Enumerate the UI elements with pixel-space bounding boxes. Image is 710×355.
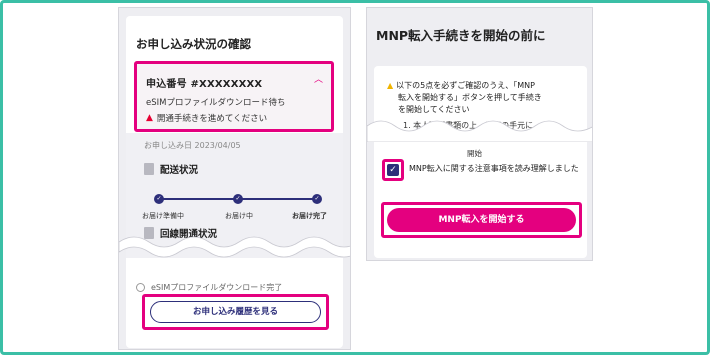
caution-icon: ▲ <box>387 81 394 90</box>
step-label-in-transit: お届け中 <box>225 212 253 220</box>
check-icon: ✓ <box>233 194 243 204</box>
start-mnp-button[interactable]: MNP転入を開始する <box>387 208 576 232</box>
circle-icon <box>136 283 145 292</box>
order-status-screen: お申し込み状況の確認 申込番号 #XXXXXXXX ︿ eSIMプロファイルダウ… <box>118 7 351 350</box>
apply-date: お申し込み日 2023/04/05 <box>144 141 241 150</box>
shipping-heading-label: 配送状況 <box>160 165 199 176</box>
cut-wave <box>119 236 350 258</box>
shipping-progress: ✓ ✓ ✓ <box>154 194 322 204</box>
notice-line-1: 以下の5点を必ずご確認のうえ、「MNP <box>396 81 535 90</box>
shipping-heading: 配送状況 <box>144 162 198 176</box>
notice-line-2: 転入を開始する」ボタンを押して手続き <box>398 93 542 102</box>
start-button-highlight: MNP転入を開始する <box>381 202 582 238</box>
history-button-highlight: お申し込み履歴を見る <box>142 294 329 330</box>
mnp-page-title: MNP転入手続きを開始の前に <box>376 28 546 43</box>
check-icon: ✓ <box>154 194 164 204</box>
step-label-preparing: お届け準備中 <box>142 212 184 220</box>
order-warning: ▲ 開通手続きを進めてください <box>146 112 267 124</box>
agree-checkbox[interactable]: ✓ <box>387 164 399 176</box>
mnp-start-screen: MNP転入手続きを開始の前に ▲ 以下の5点を必ずご確認のうえ、「MNP 転入を開… <box>366 7 593 261</box>
order-summary-highlight[interactable]: 申込番号 #XXXXXXXX ︿ eSIMプロファイルダウンロード待ち ▲ 開通… <box>134 61 334 132</box>
order-status-card: お申し込み状況の確認 申込番号 #XXXXXXXX ︿ eSIMプロファイルダウ… <box>126 16 343 348</box>
esim-download-complete: eSIMプロファイルダウンロード完了 <box>136 282 282 293</box>
page-title: お申し込み状況の確認 <box>136 37 251 51</box>
agree-checkbox-highlight: ✓ <box>382 159 404 181</box>
chevron-up-icon[interactable]: ︿ <box>314 72 323 85</box>
esim-done-text: eSIMプロファイルダウンロード完了 <box>151 283 283 292</box>
order-status-text: eSIMプロファイルダウンロード待ち <box>146 98 286 108</box>
box-icon <box>144 163 154 175</box>
agree-checkbox-label: MNP転入に関する注意事項を読み理解しました <box>409 164 579 173</box>
order-warning-text: 開通手続きを進めてください <box>156 114 268 124</box>
cut-wave <box>367 120 592 142</box>
view-history-button[interactable]: お申し込み履歴を見る <box>150 301 321 323</box>
warning-icon: ▲ <box>146 113 153 123</box>
step-label-delivered: お届け完了 <box>292 212 327 220</box>
outer-frame <box>0 0 710 355</box>
start-label: 開始 <box>467 149 482 158</box>
order-number: 申込番号 #XXXXXXXX <box>146 79 263 90</box>
mnp-notice: ▲ 以下の5点を必ずご確認のうえ、「MNP 転入を開始する」ボタンを押して手続き … <box>387 80 571 116</box>
check-icon: ✓ <box>312 194 322 204</box>
